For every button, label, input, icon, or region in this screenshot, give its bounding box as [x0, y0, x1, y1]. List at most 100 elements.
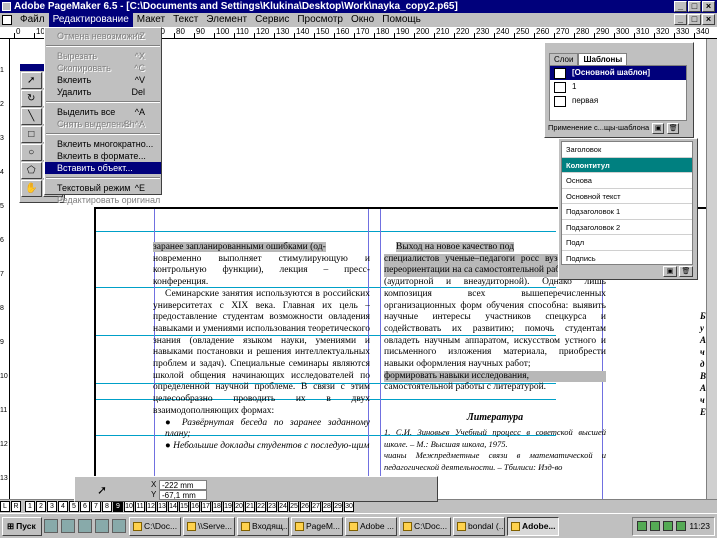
- page-icon[interactable]: 3: [47, 501, 57, 512]
- page-icon[interactable]: 16: [190, 501, 200, 512]
- quicklaunch-outlook-icon[interactable]: [78, 519, 92, 533]
- menu-item-paste[interactable]: Вклеить ^V: [45, 74, 161, 86]
- page-icon[interactable]: 4: [58, 501, 68, 512]
- tray-antivirus-icon[interactable]: [676, 521, 687, 531]
- tray-language-icon[interactable]: [663, 521, 674, 531]
- page-icon[interactable]: 23: [267, 501, 277, 512]
- pagemaker-app-icon[interactable]: [2, 2, 11, 11]
- menu-item-story-editor[interactable]: Текстовый режим ^E: [45, 182, 161, 194]
- menu-layout[interactable]: Макет: [133, 13, 169, 27]
- page-icon[interactable]: 17: [201, 501, 211, 512]
- page-icon[interactable]: 8: [102, 501, 112, 512]
- master-row[interactable]: 1: [550, 80, 686, 94]
- tab-layers[interactable]: Слои: [549, 53, 579, 65]
- column-guide[interactable]: [380, 209, 381, 509]
- ellipse-tool-icon[interactable]: ○: [21, 144, 42, 161]
- vertical-ruler[interactable]: 1 2 3 4 5 6 7 8 9 10 11 12 13: [0, 39, 10, 499]
- page-icon[interactable]: 7: [91, 501, 101, 512]
- menu-element[interactable]: Элемент: [202, 13, 251, 27]
- pointer-tool-icon[interactable]: ➚: [21, 72, 42, 89]
- line-tool-icon[interactable]: ╲: [21, 108, 42, 125]
- right-master-icon[interactable]: R: [11, 501, 21, 512]
- text-column-left[interactable]: заранее запланированными ошибками (од- н…: [153, 242, 370, 500]
- page-icon[interactable]: 30: [344, 501, 354, 512]
- taskbar-task-button[interactable]: \\Serve...: [183, 516, 235, 536]
- tray-volume-icon[interactable]: [650, 521, 661, 531]
- page-icon[interactable]: 12: [146, 501, 156, 512]
- page-icon[interactable]: 18: [212, 501, 222, 512]
- taskbar-task-button[interactable]: Adobe ...: [345, 516, 397, 536]
- page-icon[interactable]: 27: [311, 501, 321, 512]
- master-row[interactable]: первая: [550, 94, 686, 108]
- window-title-bar[interactable]: Adobe PageMaker 6.5 - [C:\Documents and …: [0, 0, 717, 13]
- style-item[interactable]: Основа: [562, 173, 692, 189]
- page-icon[interactable]: 15: [179, 501, 189, 512]
- maximize-button[interactable]: □: [688, 1, 701, 12]
- page-icon[interactable]: 19: [223, 501, 233, 512]
- page-icon[interactable]: 21: [245, 501, 255, 512]
- page-icon[interactable]: 20: [234, 501, 244, 512]
- page-icon[interactable]: 13: [157, 501, 167, 512]
- doc-close-button[interactable]: ×: [702, 14, 715, 25]
- style-item[interactable]: Подл: [562, 235, 692, 251]
- menu-item-edit-original[interactable]: Редактировать оригинал: [45, 194, 161, 206]
- style-item[interactable]: Подпись: [562, 251, 692, 265]
- quicklaunch-desktop-icon[interactable]: [44, 519, 58, 533]
- quicklaunch-excel-icon[interactable]: [95, 519, 109, 533]
- style-item[interactable]: Подзаголовок 1: [562, 204, 692, 220]
- delete-style-button[interactable]: 🗑: [679, 266, 693, 277]
- rectangle-tool-icon[interactable]: □: [21, 126, 42, 143]
- document-icon[interactable]: [2, 15, 12, 25]
- new-style-button[interactable]: ▣: [663, 266, 677, 277]
- quicklaunch-word-icon[interactable]: [112, 519, 126, 533]
- page-icon[interactable]: 9: [113, 501, 123, 512]
- menu-item-copy[interactable]: Скопировать ^C: [45, 62, 161, 74]
- menu-item-deselect[interactable]: Снять выделение Sh^A: [45, 118, 161, 130]
- menu-item-cut[interactable]: Вырезать ^X: [45, 50, 161, 62]
- start-button[interactable]: ⊞ Пуск: [2, 516, 42, 536]
- styles-palette[interactable]: Заголовок Колонтитул Основа Основной тек…: [558, 138, 698, 280]
- menu-item-clear[interactable]: Удалить Del: [45, 86, 161, 98]
- page-icon[interactable]: 24: [278, 501, 288, 512]
- menu-file[interactable]: Файл: [16, 13, 49, 27]
- clock[interactable]: 11:23: [689, 521, 710, 531]
- taskbar-task-button[interactable]: bondal (...: [453, 516, 505, 536]
- page-icon[interactable]: 6: [80, 501, 90, 512]
- new-master-button[interactable]: ▣: [652, 122, 665, 134]
- delete-master-button[interactable]: 🗑: [667, 122, 680, 134]
- doc-minimize-button[interactable]: _: [674, 14, 687, 25]
- taskbar-task-button[interactable]: Adobe...: [507, 516, 559, 536]
- x-value-field[interactable]: -222 mm: [159, 480, 207, 490]
- page-icon[interactable]: 2: [36, 501, 46, 512]
- hand-tool-icon[interactable]: ✋: [21, 180, 42, 197]
- page-icon[interactable]: 5: [69, 501, 79, 512]
- style-item[interactable]: Основной текст: [562, 189, 692, 204]
- close-button[interactable]: ×: [702, 1, 715, 12]
- page-icon[interactable]: 25: [289, 501, 299, 512]
- menu-help[interactable]: Помощь: [378, 13, 425, 27]
- quicklaunch-ie-icon[interactable]: [61, 519, 75, 533]
- menu-edit[interactable]: Редактирование: [48, 13, 133, 27]
- page-icon[interactable]: 1: [25, 501, 35, 512]
- page-icon[interactable]: 14: [168, 501, 178, 512]
- doc-restore-button[interactable]: □: [688, 14, 701, 25]
- rotate-tool-icon[interactable]: ↻: [21, 90, 42, 107]
- guide-line[interactable]: [96, 231, 556, 232]
- menu-utilities[interactable]: Сервис: [251, 13, 293, 27]
- control-palette[interactable]: ➚ X -222 mm Y -67,1 mm: [74, 476, 438, 502]
- y-value-field[interactable]: -67,1 mm: [159, 490, 207, 500]
- menu-window[interactable]: Окно: [347, 13, 378, 27]
- minimize-button[interactable]: _: [674, 1, 687, 12]
- tab-master-pages[interactable]: Шаблоны: [578, 53, 628, 65]
- polygon-tool-icon[interactable]: ⬠: [21, 162, 42, 179]
- tray-network-icon[interactable]: [637, 521, 648, 531]
- style-item[interactable]: Колонтитул: [562, 157, 692, 173]
- page-icon[interactable]: 29: [333, 501, 343, 512]
- style-item[interactable]: Заголовок: [562, 142, 692, 158]
- menu-view[interactable]: Просмотр: [293, 13, 347, 27]
- menu-item-undo[interactable]: Отмена невозможна ^Z: [45, 30, 161, 42]
- taskbar-task-button[interactable]: PageM...: [291, 516, 343, 536]
- menu-item-select-all[interactable]: Выделить все ^A: [45, 106, 161, 118]
- taskbar-task-button[interactable]: C:\Doc...: [129, 516, 181, 536]
- taskbar-task-button[interactable]: Входящ...: [237, 516, 289, 536]
